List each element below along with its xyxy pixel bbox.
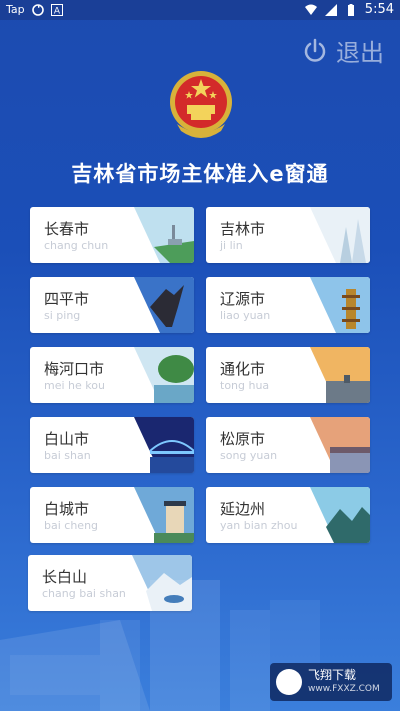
city-name: 白山市 — [44, 430, 90, 448]
city-photo — [134, 347, 194, 403]
logout-label: 退出 — [336, 39, 384, 67]
power-icon — [304, 38, 326, 62]
city-photo — [134, 487, 194, 543]
city-name: 通化市 — [220, 360, 266, 378]
city-name: 辽源市 — [220, 290, 266, 308]
city-pinyin: si ping — [44, 309, 81, 322]
city-photo — [134, 277, 194, 333]
city-pinyin: mei he kou — [44, 379, 105, 392]
city-pinyin: bai shan — [44, 449, 91, 462]
city-card-liaoyuan[interactable]: 辽源市 liao yuan — [206, 277, 370, 333]
city-pinyin: song yuan — [220, 449, 278, 462]
city-card-changchun[interactable]: 长春市 chang chun — [30, 207, 194, 263]
wifi-icon — [304, 4, 317, 15]
city-card-baishan[interactable]: 白山市 bai shan — [30, 417, 194, 473]
city-photo — [310, 207, 370, 263]
battery-icon — [347, 3, 354, 16]
watermark-title: 飞翔下载 — [308, 668, 357, 682]
city-name: 延边州 — [220, 500, 266, 518]
watermark-logo-icon — [276, 669, 302, 695]
national-emblem-logo — [170, 71, 232, 138]
city-pinyin: yan bian zhou — [220, 519, 298, 532]
city-photo — [134, 417, 194, 473]
svg-text:A: A — [54, 6, 61, 16]
signal-icon — [324, 3, 337, 16]
app-a-icon: A — [50, 3, 63, 16]
city-name: 四平市 — [44, 290, 90, 308]
status-left-text: Tap — [6, 3, 25, 16]
city-name: 白城市 — [44, 500, 90, 518]
city-card-meihekou[interactable]: 梅河口市 mei he kou — [30, 347, 194, 403]
app-title: 吉林省市场主体准入e窗通 — [71, 162, 329, 186]
city-photo — [310, 487, 370, 543]
sync-icon — [31, 3, 44, 16]
city-name: 松原市 — [220, 430, 266, 448]
city-card-baicheng[interactable]: 白城市 bai cheng — [30, 487, 194, 543]
city-pinyin: tong hua — [220, 379, 270, 392]
city-card-yanbian[interactable]: 延边州 yan bian zhou — [206, 487, 370, 543]
city-pinyin: bai cheng — [44, 519, 99, 532]
watermark-url: www.FXXZ.COM — [308, 684, 380, 694]
city-photo — [310, 347, 370, 403]
city-pinyin: chang chun — [44, 239, 109, 252]
city-pinyin: liao yuan — [220, 309, 271, 322]
city-photo — [310, 417, 370, 473]
city-name: 梅河口市 — [44, 360, 105, 378]
clock-time: 5:54 — [364, 2, 394, 17]
watermark-badge: 飞翔下载 www.FXXZ.COM — [270, 663, 392, 701]
city-card-siping[interactable]: 四平市 si ping — [30, 277, 194, 333]
city-name: 吉林市 — [220, 220, 266, 238]
status-bar: Tap A 5:54 — [0, 0, 400, 20]
city-photo — [134, 207, 194, 263]
city-photo — [310, 277, 370, 333]
city-pinyin: ji lin — [220, 239, 243, 252]
app-screen: Tap A 5:54 退出 吉林省市场主体准入e窗通 长春市 chang chu… — [0, 0, 400, 711]
city-card-jilin[interactable]: 吉林市 ji lin — [206, 207, 370, 263]
city-card-songyuan[interactable]: 松原市 song yuan — [206, 417, 370, 473]
logout-button[interactable]: 退出 — [302, 33, 384, 68]
city-name: 长春市 — [44, 220, 90, 238]
city-card-tonghua[interactable]: 通化市 tong hua — [206, 347, 370, 403]
